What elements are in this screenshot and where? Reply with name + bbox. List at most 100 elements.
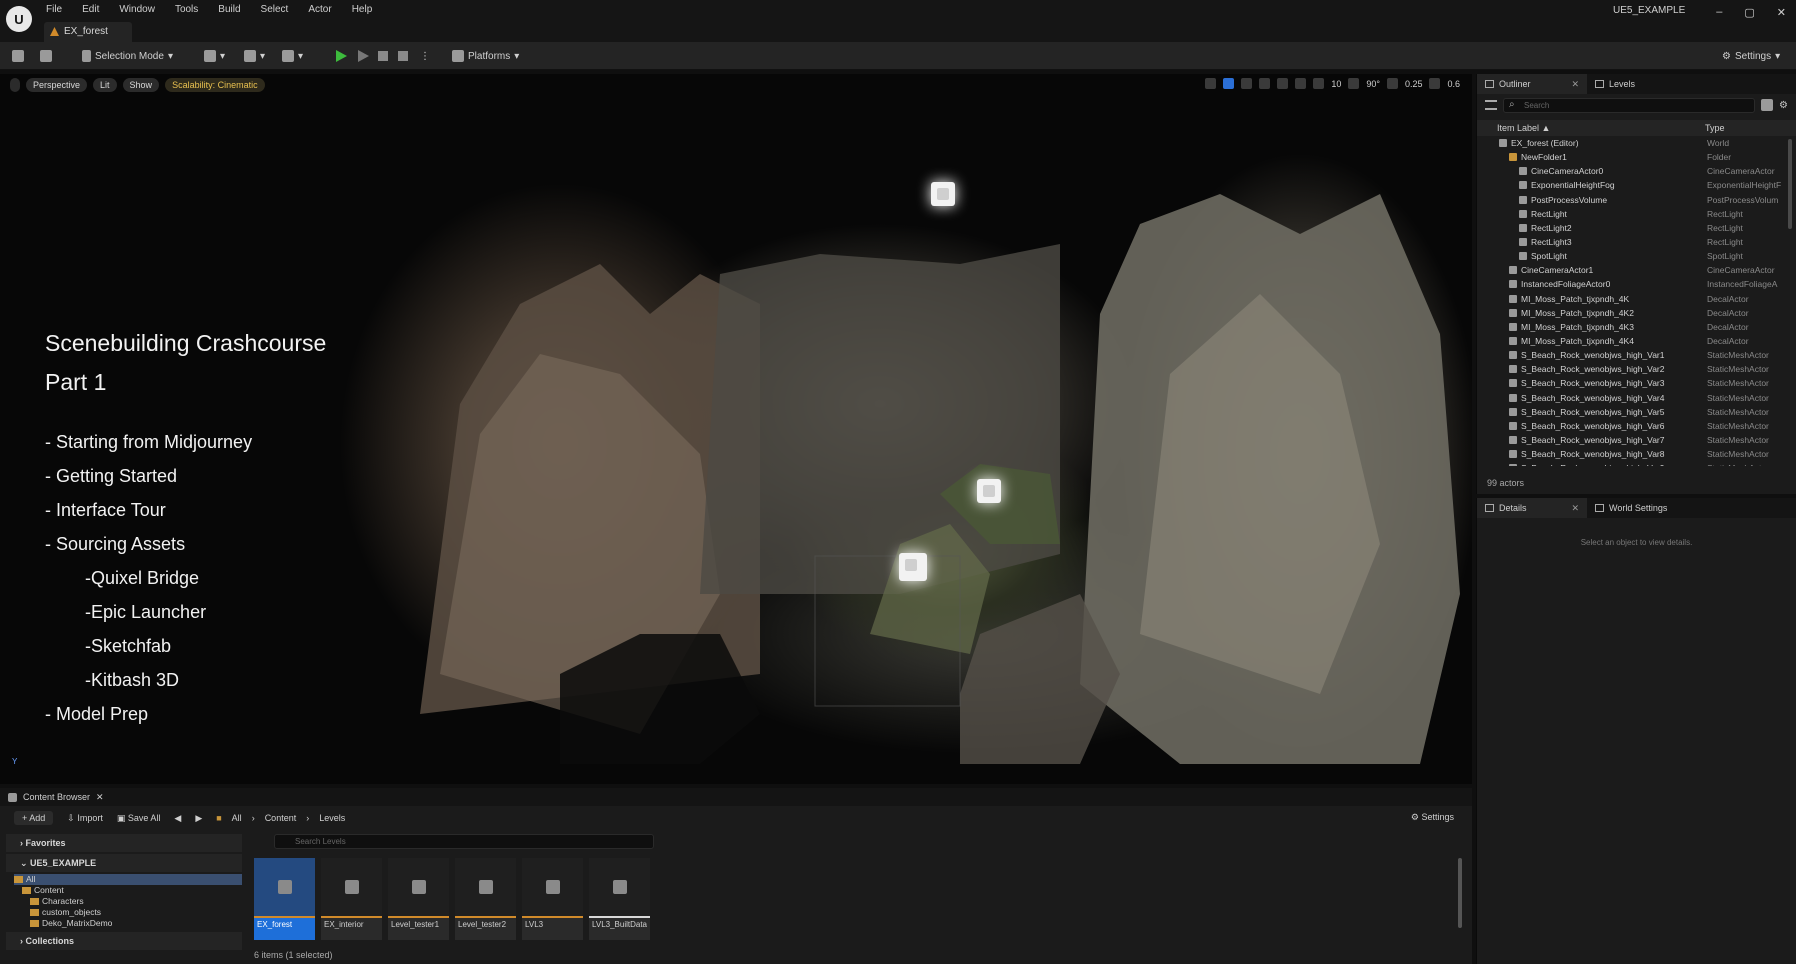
- asset-tile[interactable]: LVL3_BuiltData: [589, 858, 650, 940]
- grid-snap-value[interactable]: 10: [1331, 79, 1341, 89]
- tree-item-content[interactable]: Content: [14, 885, 242, 896]
- tab-levels[interactable]: Levels: [1587, 74, 1645, 94]
- history-back-icon[interactable]: ◀: [174, 813, 181, 824]
- rect-light-icon[interactable]: [899, 553, 927, 581]
- favorites-section[interactable]: › Favorites: [6, 834, 242, 852]
- maximize-button[interactable]: ▢: [1744, 6, 1754, 19]
- save-all-button[interactable]: ▣ Save All: [117, 813, 161, 824]
- filter-icon[interactable]: [1485, 100, 1497, 110]
- column-type[interactable]: Type: [1705, 123, 1725, 133]
- rotate-tool-icon[interactable]: [1241, 78, 1253, 89]
- asset-search-input[interactable]: Search Levels: [274, 834, 654, 849]
- perspective-button[interactable]: Perspective: [26, 78, 88, 92]
- step-button[interactable]: [358, 47, 369, 65]
- outliner-scrollbar[interactable]: [1788, 139, 1792, 229]
- rect-light-icon[interactable]: [977, 479, 1001, 503]
- outliner-row[interactable]: S_Beach_Rock_wenobjws_high_Var6 StaticMes…: [1477, 419, 1796, 433]
- outliner-row[interactable]: MI_Moss_Patch_tjxpndh_4K3 DecalActor: [1477, 320, 1796, 334]
- outliner-row[interactable]: S_Beach_Rock_wenobjws_high_Var2 StaticMes…: [1477, 362, 1796, 376]
- column-item-label[interactable]: Item Label ▲: [1497, 123, 1550, 133]
- menu-window[interactable]: Window: [119, 4, 155, 15]
- surface-snap-icon[interactable]: [1295, 78, 1307, 89]
- import-button[interactable]: ⇩ Import: [67, 813, 103, 824]
- outliner-row[interactable]: EX_forest (Editor) World: [1477, 136, 1796, 150]
- rotation-snap-value[interactable]: 90°: [1366, 79, 1380, 89]
- content-settings-button[interactable]: ⚙ Settings: [1411, 812, 1454, 823]
- menu-file[interactable]: File: [46, 4, 62, 15]
- content-browser-tab[interactable]: Content Browser ✕: [0, 788, 1472, 806]
- selection-mode-dropdown[interactable]: Selection Mode ▾: [82, 47, 173, 65]
- scale-tool-icon[interactable]: [1259, 78, 1271, 89]
- outliner-row[interactable]: S_Beach_Rock_wenobjws_high_Var7 StaticMes…: [1477, 433, 1796, 447]
- menu-actor[interactable]: Actor: [308, 4, 331, 15]
- content-icon[interactable]: [40, 47, 52, 65]
- lit-button[interactable]: Lit: [93, 78, 117, 92]
- outliner-row[interactable]: S_Beach_Rock_wenobjws_high_Var8 StaticMes…: [1477, 447, 1796, 461]
- stop-button[interactable]: [378, 47, 388, 65]
- select-tool-icon[interactable]: [1205, 78, 1217, 89]
- menu-build[interactable]: Build: [218, 4, 240, 15]
- outliner-row[interactable]: MI_Moss_Patch_tjxpndh_4K4 DecalActor: [1477, 334, 1796, 348]
- show-button[interactable]: Show: [122, 78, 160, 92]
- tree-item-all[interactable]: All: [14, 874, 242, 885]
- outliner-row[interactable]: SpotLight SpotLight: [1477, 249, 1796, 263]
- move-tool-icon[interactable]: [1223, 78, 1235, 89]
- outliner-search-input[interactable]: Search: [1503, 97, 1756, 113]
- gear-icon[interactable]: ⚙: [1779, 100, 1788, 111]
- viewport-menu-icon[interactable]: [10, 78, 20, 92]
- close-icon[interactable]: ✕: [1571, 74, 1579, 94]
- rect-light-icon[interactable]: [931, 182, 955, 206]
- platforms-dropdown[interactable]: Platforms ▾: [452, 47, 519, 65]
- history-forward-icon[interactable]: ▶: [195, 813, 202, 824]
- close-button[interactable]: ✕: [1777, 6, 1786, 19]
- tree-item-custom-objects[interactable]: custom_objects: [14, 907, 242, 918]
- outliner-row[interactable]: CineCameraActor0 CineCameraActor: [1477, 164, 1796, 178]
- asset-tile[interactable]: Level_tester1: [388, 858, 449, 940]
- scale-snap-icon[interactable]: [1386, 78, 1398, 89]
- settings-button[interactable]: ⚙ Settings ▾: [1722, 47, 1780, 65]
- eject-button[interactable]: [398, 47, 408, 65]
- add-folder-icon[interactable]: [1761, 99, 1774, 111]
- collections-section[interactable]: › Collections: [6, 932, 242, 950]
- menu-select[interactable]: Select: [261, 4, 289, 15]
- scalability-badge[interactable]: Scalability: Cinematic: [165, 78, 265, 92]
- outliner-row[interactable]: S_Beach_Rock_wenobjws_high_Var9 StaticMes…: [1477, 461, 1796, 466]
- breadcrumb-all[interactable]: All: [232, 813, 242, 823]
- outliner-row[interactable]: RectLight3 RectLight: [1477, 235, 1796, 249]
- play-button[interactable]: [336, 47, 347, 65]
- asset-scrollbar[interactable]: [1458, 858, 1462, 928]
- grid-snap-icon[interactable]: [1313, 78, 1325, 89]
- breadcrumb-content[interactable]: Content: [265, 813, 297, 823]
- outliner-row[interactable]: InstancedFoliageActor0 InstancedFoliageA: [1477, 277, 1796, 291]
- add-button[interactable]: + Add: [14, 811, 54, 825]
- tab-outliner[interactable]: Outliner ✕: [1477, 74, 1587, 94]
- more-options-icon[interactable]: ⋮: [420, 47, 430, 65]
- close-icon[interactable]: ✕: [1571, 498, 1579, 518]
- breadcrumb-levels[interactable]: Levels: [319, 813, 345, 823]
- menu-tools[interactable]: Tools: [175, 4, 198, 15]
- tab-world-settings[interactable]: World Settings: [1587, 498, 1677, 518]
- add-actor-button[interactable]: ▾: [204, 47, 225, 65]
- asset-tile[interactable]: LVL3: [522, 858, 583, 940]
- level-tab[interactable]: EX_forest: [44, 22, 132, 42]
- outliner-row[interactable]: S_Beach_Rock_wenobjws_high_Var3 StaticMes…: [1477, 376, 1796, 390]
- asset-tile[interactable]: EX_interior: [321, 858, 382, 940]
- tree-item-characters[interactable]: Characters: [14, 896, 242, 907]
- menu-edit[interactable]: Edit: [82, 4, 99, 15]
- outliner-row[interactable]: MI_Moss_Patch_tjxpndh_4K DecalActor: [1477, 292, 1796, 306]
- outliner-row[interactable]: NewFolder1 Folder: [1477, 150, 1796, 164]
- outliner-row[interactable]: CineCameraActor1 CineCameraActor: [1477, 263, 1796, 277]
- tree-item-deko-matrixdemo[interactable]: Deko_MatrixDemo: [14, 918, 242, 929]
- camera-speed-icon[interactable]: [1429, 78, 1441, 89]
- scale-snap-value[interactable]: 0.25: [1405, 79, 1423, 89]
- cinematics-button[interactable]: ▾: [282, 47, 303, 65]
- outliner-row[interactable]: PostProcessVolume PostProcessVolum: [1477, 193, 1796, 207]
- rotation-snap-icon[interactable]: [1348, 78, 1360, 89]
- minimize-button[interactable]: –: [1716, 6, 1722, 19]
- project-section[interactable]: ⌄ UE5_EXAMPLE: [6, 854, 242, 872]
- blueprints-button[interactable]: ▾: [244, 47, 265, 65]
- outliner-row[interactable]: MI_Moss_Patch_tjxpndh_4K2 DecalActor: [1477, 306, 1796, 320]
- outliner-row[interactable]: S_Beach_Rock_wenobjws_high_Var5 StaticMes…: [1477, 405, 1796, 419]
- outliner-row[interactable]: ExponentialHeightFog ExponentialHeightF: [1477, 178, 1796, 192]
- asset-tile[interactable]: EX_forest: [254, 858, 315, 940]
